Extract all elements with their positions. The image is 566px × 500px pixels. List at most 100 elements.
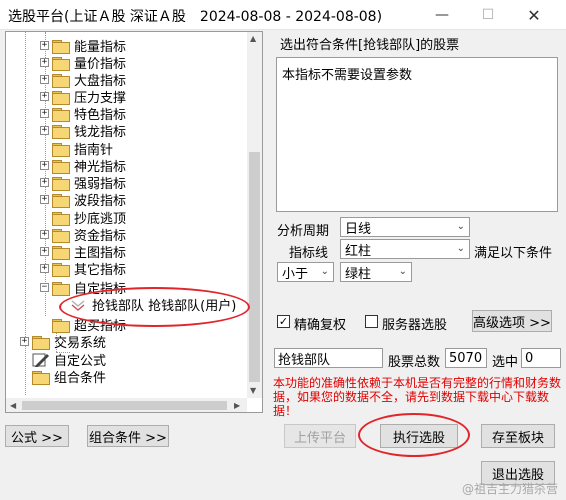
tree-item-compass[interactable]: 指南针 [52, 140, 113, 158]
maximize-button[interactable]: ☐ [466, 0, 510, 30]
scroll-right-icon[interactable]: ▶ [234, 401, 240, 410]
total-stocks-field: 5070 [445, 348, 487, 368]
chevron-down-icon: ⌄ [456, 221, 465, 232]
expand-icon[interactable]: + [40, 75, 49, 84]
highlight-circle-execute-button [358, 413, 470, 457]
tree-item-shenguang[interactable]: + 神光指标 [40, 157, 126, 175]
tree-item-label: 波段指标 [74, 194, 127, 209]
tree-item-label: 组合条件 [54, 371, 107, 386]
folder-icon [52, 193, 70, 208]
tree-item-strength[interactable]: + 强弱指标 [40, 174, 126, 192]
folder-icon [52, 39, 70, 54]
tree-item-wave[interactable]: + 波段指标 [40, 191, 127, 209]
tree-item-label: 钱龙指标 [74, 125, 127, 140]
folder-icon [52, 211, 70, 226]
expand-icon[interactable]: + [40, 58, 49, 67]
expand-icon[interactable]: + [40, 161, 49, 170]
tree-item-label: 交易系统 [54, 336, 107, 351]
folder-icon [52, 228, 70, 243]
indicator-line-value: 红柱 [345, 243, 372, 259]
period-value: 日线 [345, 221, 372, 237]
folder-icon [52, 124, 70, 139]
scroll-down-icon[interactable]: ▼ [250, 386, 256, 395]
indicator-description: 本指标不需要设置参数 [276, 57, 558, 212]
tree-item-support[interactable]: + 压力支撑 [40, 88, 126, 106]
folder-icon [52, 73, 70, 88]
exact-restore-checkbox[interactable]: ✓ [277, 315, 290, 328]
compare-select[interactable]: 小于 ⌄ [277, 262, 334, 282]
compare-value: 小于 [282, 266, 309, 282]
expand-icon[interactable]: + [40, 41, 49, 50]
expand-icon[interactable]: + [40, 195, 49, 204]
scroll-up-icon[interactable]: ▲ [250, 34, 256, 43]
tree-item-energy[interactable]: + 能量指标 [40, 37, 126, 55]
tree-item-market[interactable]: + 大盘指标 [40, 71, 126, 89]
chevron-down-icon: ⌄ [398, 266, 407, 277]
selected-count-field: 0 [521, 348, 561, 368]
period-select[interactable]: 日线 ⌄ [340, 217, 470, 237]
selected-label: 选中 [492, 355, 519, 370]
folder-icon [52, 176, 70, 191]
scroll-left-icon[interactable]: ◀ [10, 401, 16, 410]
tree-item-funds[interactable]: + 资金指标 [40, 226, 126, 244]
tree-item-custom-formula[interactable]: 自定公式 [32, 351, 106, 369]
combo-condition-button[interactable]: 组合条件 >> [87, 425, 169, 447]
description-text: 本指标不需要设置参数 [282, 68, 413, 83]
formula-button[interactable]: 公式 >> [5, 425, 69, 447]
save-to-block-button[interactable]: 存至板块 [481, 424, 555, 448]
expand-icon[interactable]: + [40, 247, 49, 256]
expand-icon[interactable]: + [40, 230, 49, 239]
indicator-line-label: 指标线 [289, 246, 329, 261]
window-title: 选股平台(上证Ａ股 深证Ａ股 2024-08-08 - 2024-08-08) [8, 9, 383, 25]
folder-icon [52, 318, 70, 333]
scroll-thumb[interactable] [22, 401, 227, 410]
satisfy-label: 满足以下条件 [474, 246, 553, 261]
tree-item-other[interactable]: + 其它指标 [40, 260, 127, 278]
chevron-down-icon: ⌄ [320, 266, 329, 277]
watermark: @祖吉主力猎杀营 [462, 482, 559, 496]
close-button[interactable]: ✕ [512, 0, 556, 30]
expand-icon[interactable]: + [40, 178, 49, 187]
target-select[interactable]: 绿柱 ⌄ [340, 262, 412, 282]
folder-icon [52, 245, 70, 260]
total-stocks-label: 股票总数 [388, 355, 441, 370]
tree-vertical-scrollbar[interactable]: ▲ ▼ [247, 32, 262, 398]
minimize-button[interactable]: — [420, 0, 464, 30]
formula-name-field[interactable]: 抢钱部队 [274, 348, 383, 368]
tree-horizontal-scrollbar[interactable]: ◀ ▶ [6, 398, 247, 412]
title-bar: 选股平台(上证Ａ股 深证Ａ股 2024-08-08 - 2024-08-08) … [0, 0, 566, 30]
exact-restore-label: 精确复权 [294, 318, 347, 333]
folder-icon [52, 107, 70, 122]
folder-icon [52, 56, 70, 71]
folder-icon [52, 262, 70, 277]
collapse-icon[interactable]: − [40, 283, 49, 292]
folder-icon [52, 281, 70, 296]
folder-icon [32, 370, 50, 385]
period-label: 分析周期 [277, 224, 330, 239]
indicator-tree[interactable]: + 能量指标 + 量价指标 + 大盘指标 + 压力支撑 + 特色指标 + 钱龙指… [5, 31, 263, 413]
data-warning-notice: 本功能的准确性依赖于本机是否有完整的行情和财务数据，如果您的数据不全，请先到数据… [273, 376, 562, 418]
server-select-checkbox[interactable] [365, 315, 378, 328]
scroll-thumb[interactable] [249, 152, 260, 382]
advanced-options-button[interactable]: 高级选项 >> [472, 310, 552, 332]
folder-icon [52, 90, 70, 105]
tree-item-bottom-top[interactable]: 抄底逃顶 [52, 209, 126, 227]
expand-icon[interactable]: + [40, 126, 49, 135]
expand-icon[interactable]: + [40, 264, 49, 273]
expand-icon[interactable]: + [40, 92, 49, 101]
tree-item-trading-system[interactable]: + 交易系统 [20, 333, 107, 351]
server-select-label: 服务器选股 [382, 318, 448, 333]
expand-icon[interactable]: + [40, 109, 49, 118]
expand-icon[interactable]: + [20, 337, 29, 346]
indicator-line-select[interactable]: 红柱 ⌄ [340, 239, 470, 259]
tree-item-main-chart[interactable]: + 主图指标 [40, 243, 126, 261]
folder-icon [52, 159, 70, 174]
condition-header: 选出符合条件[抢钱部队]的股票 [280, 38, 460, 53]
upload-platform-button[interactable]: 上传平台 [284, 424, 356, 448]
tree-item-volume-price[interactable]: + 量价指标 [40, 54, 126, 72]
tree-item-qianlong[interactable]: + 钱龙指标 [40, 122, 127, 140]
tree-item-combo-condition[interactable]: 组合条件 [32, 368, 107, 386]
target-value: 绿柱 [345, 266, 372, 282]
tree-item-featured[interactable]: + 特色指标 [40, 105, 126, 123]
tree-item-label: 其它指标 [74, 263, 127, 278]
